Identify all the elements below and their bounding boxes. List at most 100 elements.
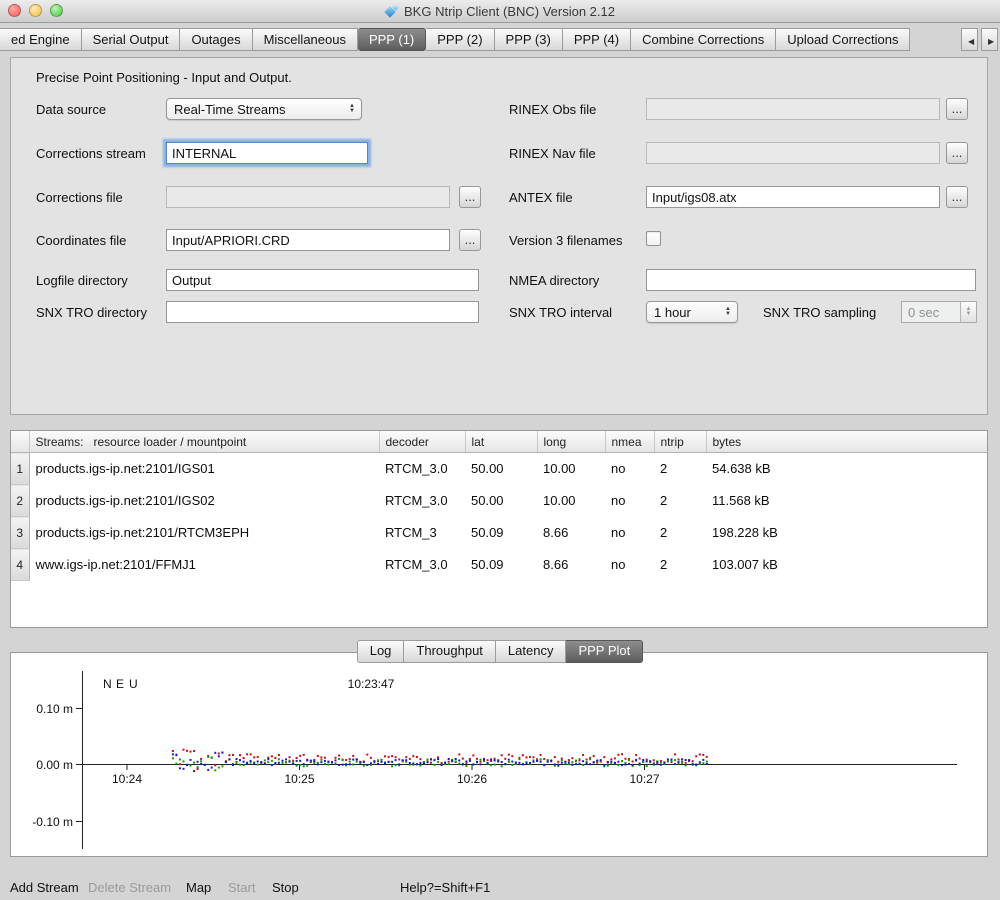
legend-north-label: N [103, 677, 112, 691]
view-tab-bar: LogThroughputLatencyPPP Plot [0, 640, 1000, 663]
corrections-file-label: Corrections file [36, 190, 123, 205]
view-tab-latency[interactable]: Latency [496, 640, 567, 663]
snx-tro-interval-select[interactable]: 1 hour ▲▼ [646, 301, 738, 323]
corrections-file-input [166, 186, 450, 208]
cell: 2 [654, 453, 706, 485]
cell: RTCM_3.0 [379, 485, 465, 517]
zoom-window-button[interactable] [50, 4, 63, 17]
snx-tro-sampling-label: SNX TRO sampling [763, 305, 876, 320]
y-tick-label: 0.10 m [36, 702, 73, 716]
tab-ed-engine[interactable]: ed Engine [0, 28, 82, 51]
cell: RTCM_3.0 [379, 453, 465, 485]
combo-arrows-icon: ▲▼ [345, 104, 359, 114]
logfile-directory-input[interactable] [166, 269, 479, 291]
nmea-directory-label: NMEA directory [509, 273, 599, 288]
logfile-directory-label: Logfile directory [36, 273, 128, 288]
view-tab-throughput[interactable]: Throughput [404, 640, 496, 663]
cell: 2 [654, 485, 706, 517]
cell: 198.228 kB [706, 517, 987, 549]
view-tab-log[interactable]: Log [357, 640, 405, 663]
help-shortcut-label: Help?=Shift+F1 [400, 880, 490, 895]
snx-tro-interval-value: 1 hour [654, 305, 691, 320]
column-header[interactable]: long [537, 431, 605, 453]
close-window-button[interactable] [8, 4, 21, 17]
tab-outages[interactable]: Outages [180, 28, 252, 51]
rinex-nav-file-input [646, 142, 940, 164]
ppp-plot-canvas: 0.10 m 0.00 m -0.10 m 10:24 10:25 10:26 … [11, 653, 987, 856]
tab-ppp-3[interactable]: PPP (3) [495, 28, 563, 51]
streams-header-row: Streams: resource loader / mountpointdec… [11, 431, 987, 453]
map-button[interactable]: Map [186, 880, 211, 895]
cell: no [605, 485, 654, 517]
corrections-file-browse-button[interactable]: ... [459, 186, 481, 208]
x-tick-label: 10:27 [629, 772, 659, 786]
rinex-obs-browse-button[interactable]: ... [946, 98, 968, 120]
corrections-stream-input[interactable] [166, 142, 368, 164]
bottom-bar: Help?=Shift+F1 Add StreamDelete StreamMa… [0, 878, 1000, 900]
window-controls [8, 4, 63, 17]
view-tab-ppp-plot[interactable]: PPP Plot [566, 640, 643, 663]
antex-browse-button[interactable]: ... [946, 186, 968, 208]
y-tick-label: 0.00 m [36, 758, 73, 772]
window-title: BKG Ntrip Client (BNC) Version 2.12 [404, 4, 615, 19]
rinex-obs-file-label: RINEX Obs file [509, 102, 596, 117]
tab-upload-corrections[interactable]: Upload Corrections [776, 28, 910, 51]
minimize-window-button[interactable] [29, 4, 42, 17]
column-header[interactable]: bytes [706, 431, 987, 453]
ppp-config-panel: Precise Point Positioning - Input and Ou… [10, 57, 988, 415]
stop-button[interactable]: Stop [272, 880, 299, 895]
spinner-arrows-icon: ▲▼ [960, 302, 976, 322]
cell: 50.00 [465, 485, 537, 517]
tab-ppp-1[interactable]: PPP (1) [358, 28, 426, 51]
table-row[interactable]: 1products.igs-ip.net:2101/IGS01RTCM_3.05… [11, 453, 987, 485]
tab-scroll-left-icon[interactable]: ◀ [961, 28, 978, 51]
row-number: 4 [11, 549, 29, 581]
nmea-directory-input[interactable] [646, 269, 976, 291]
antex-file-input[interactable] [646, 186, 940, 208]
tab-ppp-4[interactable]: PPP (4) [563, 28, 631, 51]
column-header[interactable]: nmea [605, 431, 654, 453]
coordinates-file-input[interactable] [166, 229, 450, 251]
table-row[interactable]: 4www.igs-ip.net:2101/FFMJ1RTCM_3.050.098… [11, 549, 987, 581]
row-number: 1 [11, 453, 29, 485]
rinex-nav-browse-button[interactable]: ... [946, 142, 968, 164]
tab-miscellaneous[interactable]: Miscellaneous [253, 28, 358, 51]
cell: 2 [654, 517, 706, 549]
cell: 2 [654, 549, 706, 581]
start-button: Start [228, 880, 255, 895]
cell: 50.00 [465, 453, 537, 485]
rinex-nav-file-label: RINEX Nav file [509, 146, 596, 161]
table-row[interactable]: 3products.igs-ip.net:2101/RTCM3EPHRTCM_3… [11, 517, 987, 549]
snx-tro-directory-input[interactable] [166, 301, 479, 323]
column-header[interactable]: Streams: resource loader / mountpoint [29, 431, 379, 453]
tab-ppp-2[interactable]: PPP (2) [426, 28, 494, 51]
column-header[interactable]: ntrip [654, 431, 706, 453]
tab-combine-corrections[interactable]: Combine Corrections [631, 28, 776, 51]
tab-serial-output[interactable]: Serial Output [82, 28, 181, 51]
tab-bar: ed EngineSerial OutputOutagesMiscellaneo… [0, 28, 1000, 51]
legend-up-label: U [129, 677, 138, 691]
view-tab-strip: LogThroughputLatencyPPP Plot [357, 640, 644, 663]
plot-time-label: 10:23:47 [348, 677, 395, 691]
tab-strip: ed EngineSerial OutputOutagesMiscellaneo… [0, 28, 910, 51]
column-header[interactable]: lat [465, 431, 537, 453]
tab-scroll-buttons: ◀ ▶ [961, 28, 1000, 51]
cell: RTCM_3.0 [379, 549, 465, 581]
column-header[interactable]: decoder [379, 431, 465, 453]
tab-scroll-right-icon[interactable]: ▶ [981, 28, 998, 51]
app-icon [385, 4, 399, 19]
version3-filenames-label: Version 3 filenames [509, 233, 622, 248]
row-number: 2 [11, 485, 29, 517]
version3-filenames-checkbox[interactable] [646, 231, 661, 246]
table-row[interactable]: 2products.igs-ip.net:2101/IGS02RTCM_3.05… [11, 485, 987, 517]
panel-description: Precise Point Positioning - Input and Ou… [36, 70, 292, 85]
corrections-stream-label: Corrections stream [36, 146, 146, 161]
coordinates-file-browse-button[interactable]: ... [459, 229, 481, 251]
plot-axes [76, 671, 957, 849]
cell: www.igs-ip.net:2101/FFMJ1 [29, 549, 379, 581]
table-corner [11, 431, 29, 453]
add-stream-button[interactable]: Add Stream [10, 880, 79, 895]
data-source-select[interactable]: Real-Time Streams ▲▼ [166, 98, 362, 120]
rinex-obs-file-input [646, 98, 940, 120]
coordinates-file-label: Coordinates file [36, 233, 126, 248]
